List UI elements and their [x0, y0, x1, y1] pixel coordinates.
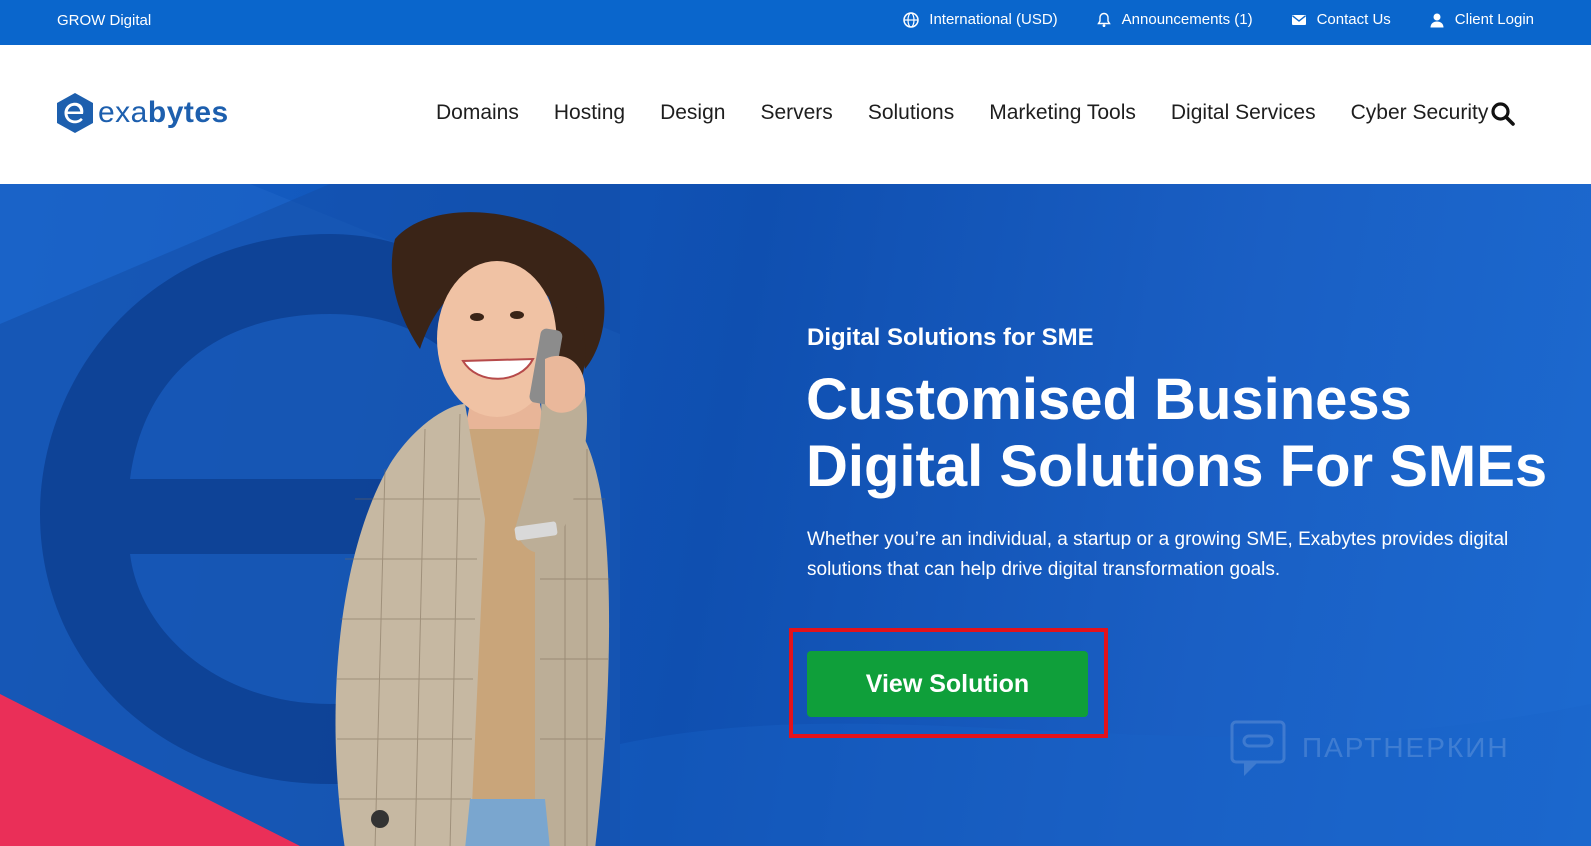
top-bar-links: International (USD) Announcements (1) Co… [903, 11, 1534, 28]
announcements-link[interactable]: Announcements (1) [1096, 11, 1253, 28]
hero-headline-line-1: Customised Business [806, 367, 1412, 432]
nav-item-domains[interactable]: Domains [436, 101, 519, 125]
client-login-link[interactable]: Client Login [1429, 11, 1534, 28]
exabytes-hexagon-logo-icon [57, 93, 93, 133]
nav-item-servers[interactable]: Servers [760, 101, 832, 125]
main-nav: Domains Hosting Design Servers Solutions… [436, 101, 1488, 125]
woman-on-phone-image [335, 212, 610, 846]
watermark-text: ПАРТНЕРКИН [1302, 732, 1510, 763]
bell-icon [1096, 12, 1111, 27]
top-bar: GROW Digital International (USD) Announc… [0, 0, 1591, 45]
nav-item-marketing-tools[interactable]: Marketing Tools [989, 101, 1136, 125]
search-icon[interactable] [1490, 101, 1516, 127]
nav-item-design[interactable]: Design [660, 101, 725, 125]
watermark: ПАРТНЕРКИН [1228, 718, 1510, 778]
nav-item-hosting[interactable]: Hosting [554, 101, 625, 125]
region-selector[interactable]: International (USD) [903, 11, 1058, 28]
announcements-label: Announcements (1) [1121, 11, 1253, 28]
client-login-label: Client Login [1454, 11, 1534, 28]
grow-digital-link[interactable]: GROW Digital [57, 12, 151, 29]
envelope-icon [1291, 14, 1306, 25]
main-header: exabytes Domains Hosting Design Servers … [0, 45, 1591, 184]
contact-us-link[interactable]: Contact Us [1291, 11, 1391, 28]
hero-headline-line-2: Digital Solutions For SMEs [806, 434, 1548, 499]
hero-eyebrow: Digital Solutions for SME [807, 324, 1094, 351]
user-icon [1430, 13, 1444, 27]
hero-description: Whether you’re an individual, a startup … [807, 529, 1509, 580]
contact-us-label: Contact Us [1316, 11, 1391, 28]
nav-item-digital-services[interactable]: Digital Services [1171, 101, 1316, 125]
hero-banner: Digital Solutions for SME Customised Bus… [0, 184, 1591, 846]
globe-icon [903, 11, 920, 28]
exabytes-logo[interactable]: exabytes [56, 92, 229, 134]
nav-item-cyber-security[interactable]: Cyber Security [1351, 101, 1489, 125]
chat-bubble-icon [1230, 720, 1286, 776]
view-solution-button[interactable]: View Solution [807, 651, 1088, 717]
logo-prefix: exa [98, 96, 148, 129]
region-label: International (USD) [929, 11, 1058, 28]
logo-suffix: bytes [147, 96, 229, 129]
nav-item-solutions[interactable]: Solutions [868, 101, 954, 125]
hero-headline: Customised Business Digital Solutions Fo… [806, 366, 1547, 500]
logo-wordmark: exabytes [98, 96, 229, 130]
